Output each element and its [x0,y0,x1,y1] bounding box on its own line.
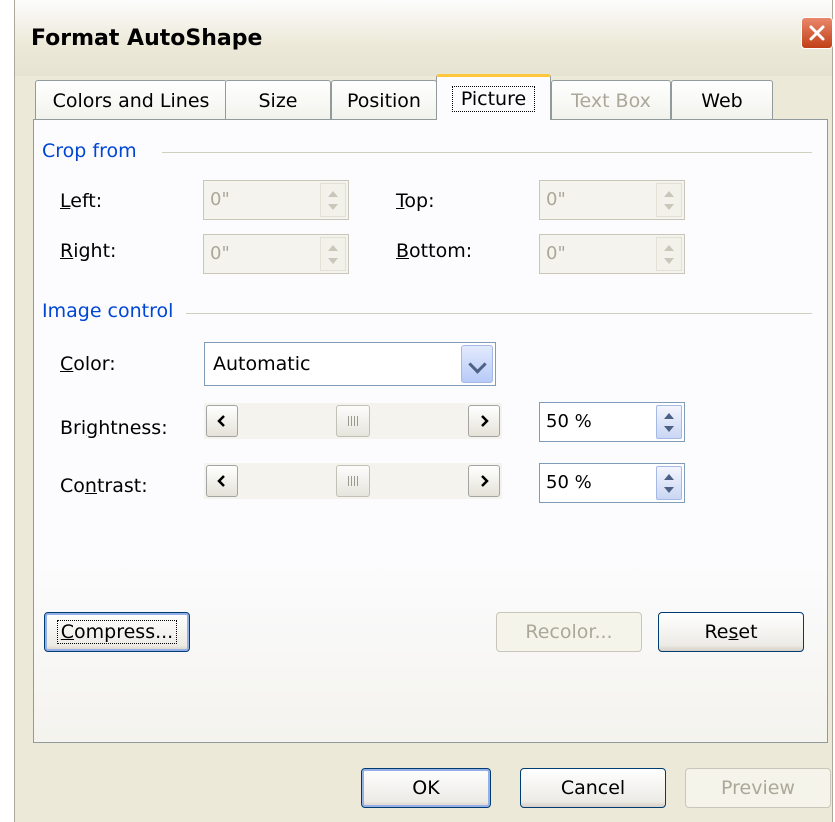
spin-up-icon [328,245,338,251]
color-label: Color: [60,353,116,375]
crop-right-spinner: 0" [203,234,349,274]
spin-down-icon [664,204,674,210]
contrast-decrease-button[interactable] [206,465,238,497]
crop-from-divider [162,152,812,153]
brightness-increase-button[interactable] [468,405,500,437]
crop-top-spinner: 0" [539,180,685,220]
window-title: Format AutoShape [31,26,263,51]
contrast-label: Contrast: [60,475,148,497]
title-bar[interactable]: Format AutoShape [15,0,833,76]
brightness-slider[interactable] [204,403,502,439]
brightness-spin-arrows[interactable] [656,405,682,439]
contrast-value: 50 % [546,472,592,493]
spin-up-icon [664,413,674,419]
ok-button-label: OK [412,777,440,799]
brightness-value: 50 % [546,411,592,432]
recolor-button-label: Recolor... [525,621,613,643]
spin-down-icon [328,204,338,210]
close-button[interactable] [801,17,833,49]
crop-bottom-spinner: 0" [539,234,685,274]
crop-left-spinner: 0" [203,180,349,220]
contrast-slider-thumb[interactable] [336,465,370,497]
crop-top-value: 0" [546,189,566,210]
tab-text-box: Text Box [551,80,671,120]
arrow-right-icon [481,415,489,427]
ok-button[interactable]: OK [361,768,491,808]
spin-up-icon [328,191,338,197]
compress-button[interactable]: Compress... [44,612,190,652]
compress-button-label: Compress... [56,620,178,644]
picture-tab-panel: Crop from Left: 0" Top: 0" Right: 0" Bot… [33,119,828,743]
reset-button-label: Reset [704,621,758,643]
color-dropdown[interactable]: Automatic [204,342,496,386]
arrow-right-icon [481,475,489,487]
contrast-increase-button[interactable] [468,465,500,497]
crop-bottom-value: 0" [546,243,566,264]
tab-size[interactable]: Size [225,80,331,120]
crop-left-value: 0" [210,189,230,210]
spin-up-icon [664,245,674,251]
tab-position[interactable]: Position [331,80,437,120]
brightness-slider-thumb[interactable] [336,405,370,437]
preview-button: Preview [685,768,831,808]
arrow-left-icon [217,415,225,427]
brightness-spinner[interactable]: 50 % [539,402,685,442]
crop-bottom-label: Bottom: [396,240,473,262]
crop-right-label: Right: [60,240,117,262]
image-control-group-label: Image control [42,300,174,322]
spin-up-icon [664,474,674,480]
cancel-button-label: Cancel [560,777,626,799]
tab-picture[interactable]: Picture [436,74,551,120]
contrast-spin-arrows[interactable] [656,466,682,500]
close-icon [809,25,825,41]
arrow-left-icon [217,475,225,487]
tab-label: Picture [451,85,536,112]
contrast-slider[interactable] [204,463,502,499]
brightness-label: Brightness: [60,417,168,439]
tab-colors-and-lines[interactable]: Colors and Lines [35,80,227,120]
crop-top-label: Top: [396,190,435,212]
crop-right-value: 0" [210,243,230,264]
chevron-down-icon[interactable] [461,345,493,383]
reset-button[interactable]: Reset [658,612,804,652]
spin-up-icon [664,191,674,197]
crop-left-spin-arrows [320,183,346,217]
spin-down-icon [328,258,338,264]
format-autoshape-dialog: Format AutoShape Colors and Lines Size P… [14,0,833,822]
cancel-button[interactable]: Cancel [520,768,666,808]
contrast-spinner[interactable]: 50 % [539,463,685,503]
tab-label: Colors and Lines [52,89,210,112]
spin-down-icon [664,426,674,432]
tab-label: Position [347,89,421,112]
crop-from-group-label: Crop from [42,140,137,162]
crop-right-spin-arrows [320,237,346,271]
crop-top-spin-arrows [656,183,682,217]
tab-web[interactable]: Web [671,80,773,120]
tab-label: Size [258,89,298,112]
recolor-button: Recolor... [496,612,642,652]
tab-label: Text Box [571,89,651,112]
crop-left-label: Left: [60,190,103,212]
spin-down-icon [664,487,674,493]
tab-label: Web [701,89,743,112]
color-dropdown-value: Automatic [213,353,311,375]
spin-down-icon [664,258,674,264]
brightness-decrease-button[interactable] [206,405,238,437]
preview-button-label: Preview [721,777,795,799]
image-control-divider [186,313,812,314]
crop-bottom-spin-arrows [656,237,682,271]
